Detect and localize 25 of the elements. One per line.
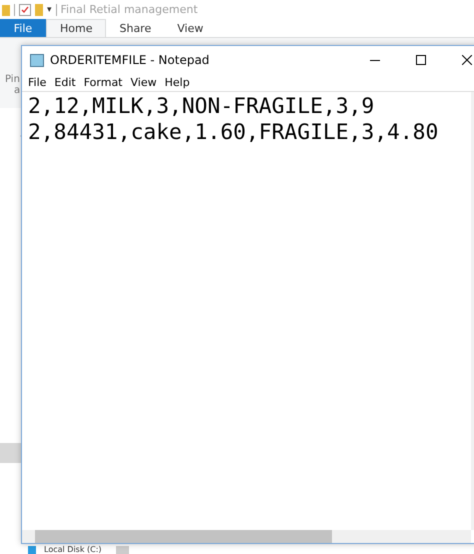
file-menu-tab[interactable]: File — [0, 19, 46, 37]
ribbon-tab[interactable]: View — [164, 19, 216, 37]
scrollbar-thumb[interactable] — [116, 546, 129, 554]
nav-item[interactable]: Local Disk (C:) — [44, 545, 102, 554]
menu-item[interactable]: Help — [160, 76, 194, 89]
ribbon-tab[interactable]: Home — [46, 19, 106, 37]
ribbon-label: Pin — [5, 74, 20, 85]
menu-item[interactable]: Edit — [50, 76, 80, 89]
menu-item[interactable]: View — [126, 76, 161, 89]
window-title: Final Retial management — [60, 3, 198, 16]
horizontal-scrollbar[interactable] — [22, 530, 471, 543]
text-line: 2,84431,cake,1.60,FRAGILE,3,4.80 — [28, 120, 438, 145]
ribbon-label: a — [14, 85, 20, 96]
ribbon-tab[interactable]: Share — [106, 19, 164, 37]
notepad-icon — [30, 54, 44, 66]
properties-icon[interactable] — [19, 3, 31, 16]
text-line: 2,12,MILK,3,NON-FRAGILE,3,9 — [28, 94, 374, 119]
menu-item[interactable]: File — [24, 76, 50, 89]
menu-item[interactable]: Format — [80, 76, 126, 89]
close-icon[interactable] — [462, 55, 472, 65]
nav-item-highlight — [0, 443, 21, 463]
window-title: ORDERITEMFILE - Notepad — [50, 53, 210, 67]
customize-caret[interactable]: ▾ — [47, 4, 52, 14]
maximize-icon[interactable] — [416, 55, 426, 65]
drive-icon — [28, 546, 36, 554]
